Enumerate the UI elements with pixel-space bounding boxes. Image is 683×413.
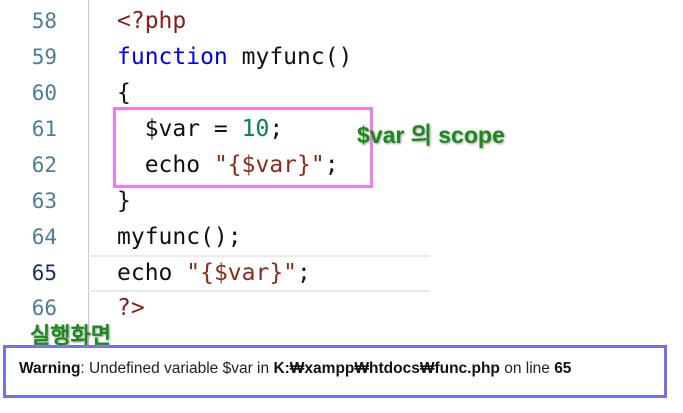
line-number-active: 65 [31, 261, 57, 285]
code-line[interactable]: { [117, 75, 131, 111]
output-panel: Warning: Undefined variable $var in K:₩x… [3, 345, 667, 398]
line-number: 63 [31, 189, 57, 213]
semicolon: ; [297, 260, 311, 286]
code-line[interactable]: myfunc(); [117, 219, 242, 255]
function-name: myfunc() [227, 44, 353, 70]
code-line[interactable]: <?php [117, 3, 186, 39]
warning-text-line: on line [499, 360, 555, 377]
line-number: 61 [31, 117, 57, 141]
brace-close: } [117, 188, 131, 214]
warning-label: Warning [19, 360, 81, 377]
function-call: myfunc(); [117, 224, 242, 250]
code-line[interactable]: } [117, 183, 131, 219]
line-number: 60 [31, 81, 57, 105]
code-line[interactable]: function myfunc() [117, 39, 352, 75]
string-literal: "{$var}" [186, 260, 298, 286]
scope-annotation: $var 의 scope [357, 122, 505, 148]
brace-open: { [117, 80, 131, 106]
gutter-divider [88, 0, 89, 345]
keyword-function: function [117, 44, 228, 70]
code-line-active[interactable]: echo "{$var}"; [117, 255, 311, 291]
scope-highlight-box [113, 107, 373, 188]
echo-keyword: echo [117, 260, 187, 286]
code-line[interactable]: ?> [117, 290, 145, 326]
php-close-tag: ?> [117, 295, 145, 321]
php-open-tag: <?php [117, 8, 187, 34]
warning-text: : Undefined variable $var in [80, 360, 274, 377]
line-number: 59 [31, 45, 57, 69]
line-number: 58 [31, 9, 57, 33]
warning-message: Warning: Undefined variable $var in K:₩x… [19, 360, 571, 378]
line-number: 64 [31, 225, 57, 249]
file-path: K:₩xampp₩htdocs₩func.php [273, 360, 500, 377]
line-number-value: 65 [554, 360, 572, 377]
line-number: 62 [31, 153, 57, 177]
run-screen-annotation: 실행화면 [30, 324, 111, 349]
